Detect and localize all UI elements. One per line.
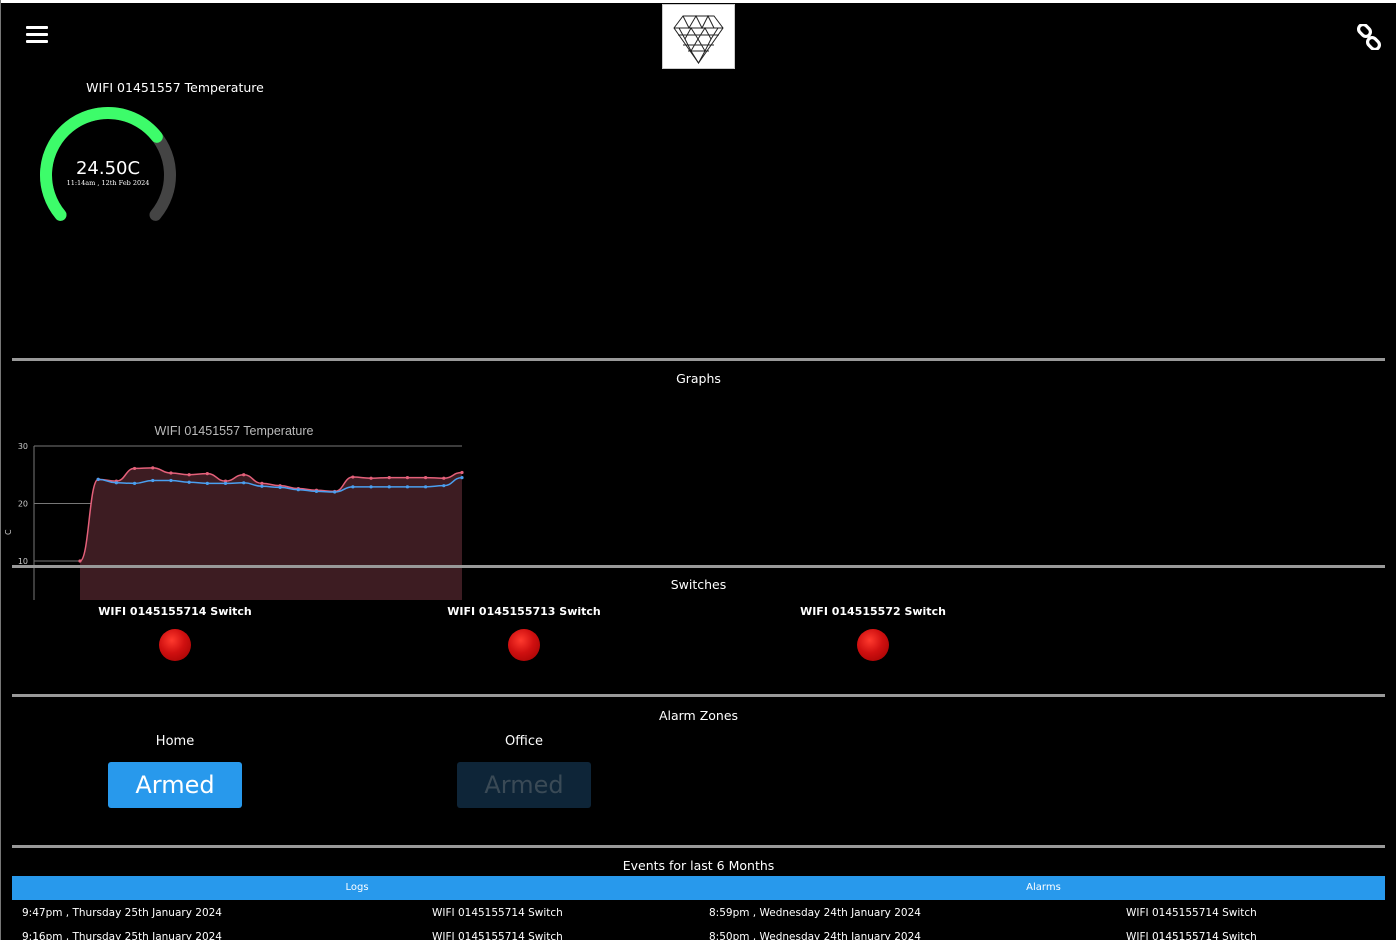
temperature-chart-svg: WIFI 01451557 Temperature 102030 C <box>4 424 464 600</box>
chart-data-point[interactable] <box>242 481 246 485</box>
log-time: 9:47pm , Thursday 25th January 2024 <box>22 907 222 919</box>
chart-data-point[interactable] <box>424 476 428 480</box>
section-divider <box>12 565 1385 568</box>
chart-y-axis-label: C <box>4 529 13 535</box>
switch-toggle-button[interactable] <box>857 629 889 661</box>
log-time: 9:16pm , Thursday 25th January 2024 <box>22 931 222 940</box>
chart-data-point[interactable] <box>187 480 191 484</box>
window-top-border <box>0 0 1396 3</box>
events-title: Events for last 6 Months <box>622 858 775 873</box>
section-divider <box>12 358 1385 361</box>
diamond-logo-icon <box>673 14 724 64</box>
chart-data-point[interactable] <box>351 475 355 479</box>
alarm-source: WIFI 0145155714 Switch <box>1126 931 1257 940</box>
chart-data-point[interactable] <box>260 481 264 485</box>
chart-data-point[interactable] <box>387 476 391 480</box>
office-armed-button[interactable]: Armed <box>457 762 591 808</box>
zone-name-office: Office <box>505 734 543 749</box>
chart-data-point[interactable] <box>242 473 246 477</box>
logo[interactable] <box>662 4 735 69</box>
alarm-time: 8:59pm , Wednesday 24th January 2024 <box>709 907 921 919</box>
logs-column-header[interactable]: Logs <box>12 882 702 893</box>
chart-data-point[interactable] <box>132 466 137 471</box>
chart-data-point[interactable] <box>132 481 137 485</box>
gauge-timestamp: 11:14am , 12th Feb 2024 <box>66 179 150 187</box>
chart-data-point[interactable] <box>387 485 391 489</box>
chart-data-point[interactable] <box>96 477 100 481</box>
chart-data-point[interactable] <box>369 485 373 489</box>
switch-label: WIFI 0145155714 Switch <box>98 605 252 618</box>
alarm-time: 8:50pm , Wednesday 24th January 2024 <box>709 931 921 940</box>
chart-y-tick-label: 20 <box>18 500 28 509</box>
chain-link-icon[interactable] <box>1356 22 1382 52</box>
zone-name-home: Home <box>155 734 195 749</box>
switch-label: WIFI 014515572 Switch <box>800 605 946 618</box>
gauge-value: 24.50C <box>75 158 141 179</box>
chart-data-point[interactable] <box>260 484 264 488</box>
chart-data-point[interactable] <box>442 476 446 480</box>
hamburger-menu-icon[interactable] <box>26 26 50 46</box>
chart-data-point[interactable] <box>205 472 209 476</box>
chart-data-point[interactable] <box>333 490 337 494</box>
gauge-title: WIFI 01451557 Temperature <box>86 80 264 95</box>
chart-data-point[interactable] <box>151 478 155 483</box>
log-source: WIFI 0145155714 Switch <box>432 907 563 919</box>
alarm-source: WIFI 0145155714 Switch <box>1126 907 1257 919</box>
chart-data-point[interactable] <box>169 471 173 475</box>
chart-data-point[interactable] <box>151 466 155 470</box>
switches-title: Switches <box>670 577 727 592</box>
section-divider <box>12 694 1385 697</box>
chart-data-point[interactable] <box>314 489 319 494</box>
chart-data-point[interactable] <box>405 476 410 480</box>
chart-data-point[interactable] <box>187 473 191 477</box>
alarms-column-header[interactable]: Alarms <box>702 882 1385 893</box>
chart-data-point[interactable] <box>278 485 282 489</box>
chart-data-point[interactable] <box>460 470 464 475</box>
chart-data-point[interactable] <box>405 485 410 489</box>
chart-data-point[interactable] <box>442 484 446 488</box>
switch-label: WIFI 0145155713 Switch <box>447 605 601 618</box>
chart-data-point[interactable] <box>78 559 82 563</box>
temperature-chart: WIFI 01451557 Temperature 10 20 30 C <box>0 415 470 600</box>
chart-data-point[interactable] <box>169 478 173 483</box>
events-table-header: Logs Alarms <box>12 876 1385 900</box>
chart-data-point[interactable] <box>114 481 118 485</box>
chart-data-point[interactable] <box>424 485 428 489</box>
home-armed-button[interactable]: Armed <box>108 762 242 808</box>
chart-data-point[interactable] <box>296 488 300 492</box>
log-source: WIFI 0145155714 Switch <box>432 931 563 940</box>
section-divider <box>12 845 1385 848</box>
graphs-title: Graphs <box>676 371 721 386</box>
alarm-zones-title: Alarm Zones <box>658 708 739 723</box>
switch-toggle-button[interactable] <box>508 629 540 661</box>
chart-data-point[interactable] <box>369 476 373 480</box>
chart-y-tick-label: 30 <box>18 442 28 451</box>
chart-data-point[interactable] <box>460 476 464 480</box>
chart-data-point[interactable] <box>205 481 209 485</box>
chart-data-point[interactable] <box>223 481 228 485</box>
chart-title: WIFI 01451557 Temperature <box>155 424 314 438</box>
chart-data-point[interactable] <box>351 485 355 489</box>
switch-toggle-button[interactable] <box>159 629 191 661</box>
